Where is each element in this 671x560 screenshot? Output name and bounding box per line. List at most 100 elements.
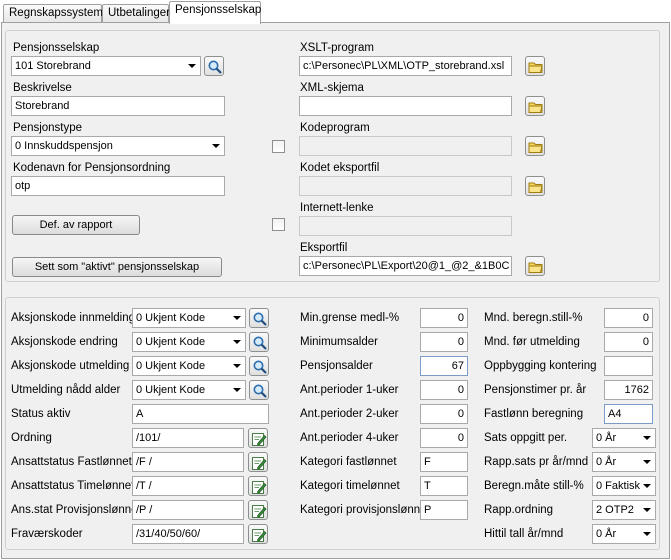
kodeprogram-browse-button[interactable]: [525, 136, 545, 156]
aksjonskode-endring-label: Aksjonskode endring: [11, 336, 118, 348]
pensjonstimer-input[interactable]: 1762: [604, 380, 653, 400]
chevron-down-icon[interactable]: [188, 64, 196, 68]
folder-icon: [528, 102, 543, 113]
chevron-down-icon[interactable]: [643, 460, 651, 464]
aksjonskode-innmelding-search-button[interactable]: [249, 308, 269, 328]
chevron-down-icon[interactable]: [643, 436, 651, 440]
eksportfil-label: Eksportfil: [300, 242, 348, 254]
ans-stat-provisjonslonnet-input[interactable]: /P /: [132, 500, 244, 520]
ordning-edit-button[interactable]: [248, 428, 268, 448]
pensjonstype-select[interactable]: 0 Innskuddspensjon: [11, 136, 225, 156]
internett-lenke-input[interactable]: [299, 216, 512, 236]
min-grense-label: Min.grense medl-%: [300, 312, 400, 324]
chevron-down-icon[interactable]: [643, 532, 651, 536]
folder-icon: [528, 182, 543, 193]
ansattstatus-timelonnet-edit-button[interactable]: [248, 476, 268, 496]
utmelding-nadd-alder-select[interactable]: 0 Ukjent Kode: [132, 380, 246, 400]
kategori-timelonnet-label: Kategori timelønnet: [300, 480, 400, 492]
folder-icon: [528, 142, 543, 153]
rapp-sats-select[interactable]: 0 År: [592, 452, 656, 472]
ant-perioder-4-uker-input[interactable]: 0: [420, 428, 468, 448]
search-icon: [208, 60, 222, 74]
set-active-company-button[interactable]: Sett som "aktivt" pensjonsselskap: [12, 257, 222, 277]
xslt-input[interactable]: c:\Personec\PL\XML\OTP_storebrand.xsl: [299, 56, 512, 76]
ansattstatus-timelonnet-input[interactable]: /T /: [132, 476, 244, 496]
kodet-eksportfil-browse-button[interactable]: [525, 176, 545, 196]
beskrivelse-label: Beskrivelse: [13, 82, 72, 94]
kodeprogram-input[interactable]: [299, 136, 512, 156]
chevron-down-icon[interactable]: [212, 144, 220, 148]
pensjonsselskap-value: 101 Storebrand: [15, 60, 91, 72]
ansattstatus-timelonnet-label: Ansattstatus Timelønnet: [11, 480, 135, 492]
ant-perioder-2-uker-label: Ant.perioder 2-uker: [300, 408, 399, 420]
chevron-down-icon[interactable]: [643, 484, 651, 488]
kategori-provisjonslonnet-input[interactable]: P: [420, 500, 468, 520]
xml-input[interactable]: [299, 96, 512, 116]
aksjonskode-innmelding-select[interactable]: 0 Ukjent Kode: [132, 308, 246, 328]
fastlonn-beregning-input[interactable]: A4: [604, 404, 653, 424]
xml-browse-button[interactable]: [525, 96, 545, 116]
mnd-for-utmelding-input[interactable]: 0: [604, 332, 653, 352]
aksjonskode-endring-search-button[interactable]: [249, 332, 269, 352]
tab-utbetalinger[interactable]: Utbetalinger: [102, 4, 170, 23]
aksjonskode-utmelding-label: Aksjonskode utmelding: [11, 360, 130, 372]
oppbygging-kontering-input[interactable]: [604, 356, 653, 376]
ant-perioder-1-uker-input[interactable]: 0: [420, 380, 468, 400]
chevron-down-icon[interactable]: [233, 364, 241, 368]
sats-oppgitt-select[interactable]: 0 År: [592, 428, 656, 448]
kategori-fastlonnet-input[interactable]: F: [420, 452, 468, 472]
rapport-checkbox[interactable]: [272, 218, 285, 231]
minimumsalder-input[interactable]: 0: [420, 332, 468, 352]
ans-stat-provisjonslonnet-edit-button[interactable]: [248, 500, 268, 520]
pensjonsselskap-select[interactable]: 101 Storebrand: [11, 56, 201, 76]
kategori-timelonnet-input[interactable]: T: [420, 476, 468, 496]
pensjonsalder-input[interactable]: 67: [420, 356, 468, 376]
chevron-down-icon[interactable]: [643, 508, 651, 512]
aksjonskode-utmelding-search-button[interactable]: [249, 356, 269, 376]
tab-pensjonsselskap[interactable]: Pensjonsselskap: [169, 1, 261, 24]
ordning-input[interactable]: /101/: [132, 428, 244, 448]
ant-perioder-2-uker-input[interactable]: 0: [420, 404, 468, 424]
kategori-fastlonnet-label: Kategori fastlønnet: [300, 456, 397, 468]
kodet-eksportfil-label: Kodet eksportfil: [300, 162, 380, 174]
search-icon: [253, 360, 267, 374]
pensjonstype-label: Pensjonstype: [13, 122, 83, 134]
chevron-down-icon[interactable]: [233, 316, 241, 320]
kodenavn-input[interactable]: otp: [11, 176, 225, 196]
folder-icon: [528, 62, 543, 73]
minimumsalder-label: Minimumsalder: [300, 336, 378, 348]
utmelding-nadd-alder-search-button[interactable]: [249, 380, 269, 400]
eksportfil-input[interactable]: c:\Personec\PL\Export\20@1_@2_&1B0C: [299, 256, 512, 276]
aksjonskode-endring-select[interactable]: 0 Ukjent Kode: [132, 332, 246, 352]
eksportfil-browse-button[interactable]: [525, 256, 545, 276]
kodet-eksportfil-input[interactable]: [299, 176, 512, 196]
beregn-mate-select[interactable]: 0 Faktisk: [592, 476, 656, 496]
rapp-ordning-label: Rapp.ordning: [484, 504, 554, 516]
chevron-down-icon[interactable]: [233, 340, 241, 344]
aksjonskode-endring-value: 0 Ukjent Kode: [136, 336, 206, 348]
aksjonskode-utmelding-select[interactable]: 0 Ukjent Kode: [132, 356, 246, 376]
rapp-ordning-select[interactable]: 2 OTP2: [592, 500, 656, 520]
hittil-tall-select[interactable]: 0 År: [592, 524, 656, 544]
ansattstatus-fastlonnet-input[interactable]: /F /: [132, 452, 244, 472]
fravaerskoder-edit-button[interactable]: [248, 524, 268, 544]
xslt-browse-button[interactable]: [525, 56, 545, 76]
beskrivelse-input[interactable]: Storebrand: [11, 96, 225, 116]
kodenavn-label: Kodenavn for Pensjonsordning: [13, 162, 171, 174]
min-grense-input[interactable]: 0: [420, 308, 468, 328]
tab-regnskapssystem[interactable]: Regnskapssystem: [3, 4, 103, 23]
search-button[interactable]: [204, 56, 224, 76]
folder-icon: [528, 262, 543, 273]
tab-strip: Regnskapssystem Utbetalinger Pensjonssel…: [0, 0, 671, 24]
def-av-rapport-button[interactable]: Def. av rapport: [12, 215, 140, 235]
status-aktiv-input[interactable]: A: [132, 404, 269, 424]
rapp-sats-label: Rapp.sats pr år/mnd: [484, 456, 589, 468]
ansattstatus-fastlonnet-edit-button[interactable]: [248, 452, 268, 472]
chevron-down-icon[interactable]: [233, 388, 241, 392]
pensjonstype-checkbox[interactable]: [272, 140, 285, 153]
mnd-beregn-still-input[interactable]: 0: [604, 308, 653, 328]
fravaerskoder-input[interactable]: /31/40/50/60/: [132, 524, 244, 544]
aksjonskode-utmelding-value: 0 Ukjent Kode: [136, 360, 206, 372]
status-aktiv-label: Status aktiv: [11, 408, 71, 420]
rapp-sats-value: 0 År: [596, 456, 617, 468]
